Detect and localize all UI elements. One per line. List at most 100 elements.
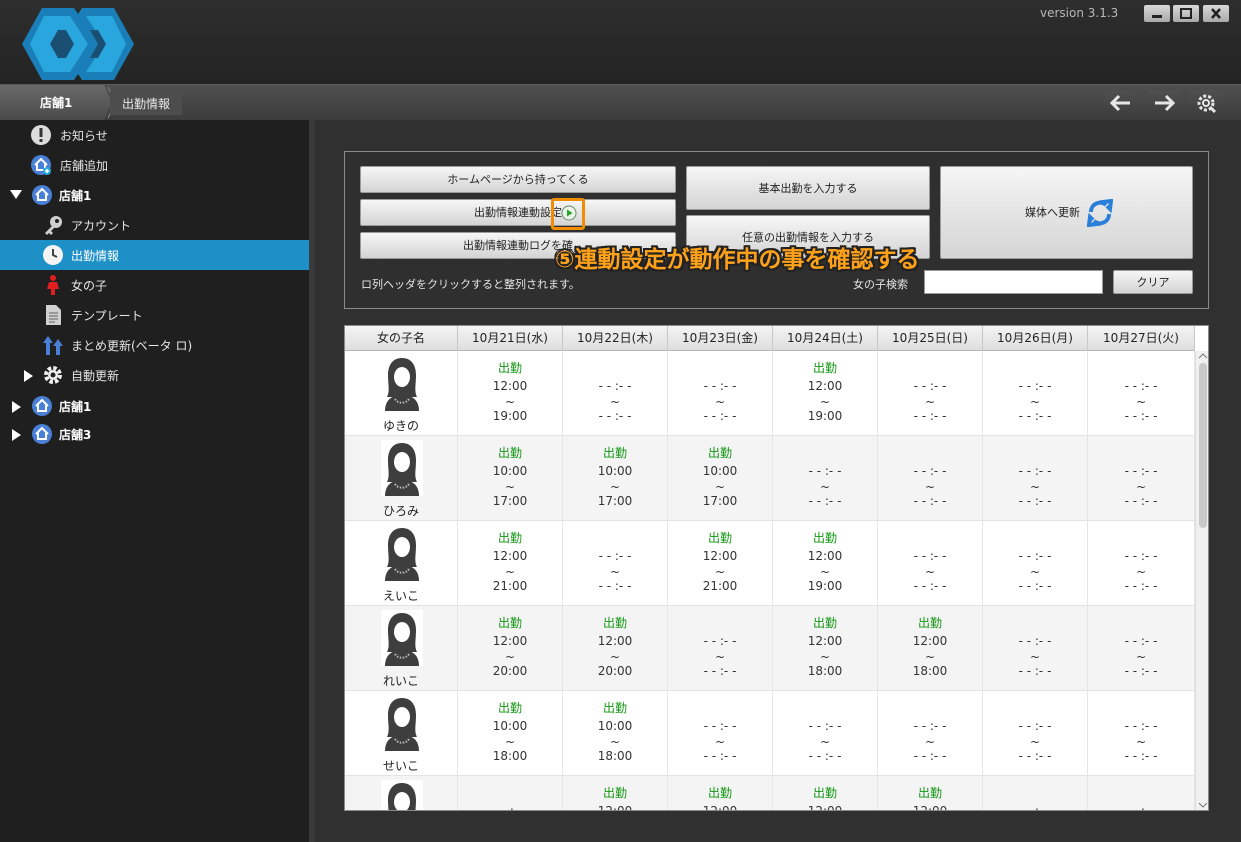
scrollbar-thumb[interactable] <box>1199 363 1207 528</box>
shift-tilde: ~ <box>609 565 621 579</box>
shift-cell[interactable]: - - :- -~- - :- - <box>1088 436 1195 521</box>
forward-button[interactable] <box>1147 90 1181 116</box>
shift-cell[interactable]: - - :- -~- - :- - <box>773 691 878 776</box>
breadcrumb-store[interactable]: 店舗1 <box>0 85 112 120</box>
shift-cell[interactable]: 出勤 12:00 ~19:00 <box>458 351 563 436</box>
shift-cell[interactable]: 出勤 12:00 ~18:00 <box>878 606 983 691</box>
table-row[interactable]: れいこ 出勤 12:00 ~20:00 出勤 12:00 ~20:00- - :- - ~ - … <box>345 606 1195 691</box>
sidebar-item-auto-update[interactable]: 自動更新 <box>0 360 309 390</box>
column-header-date[interactable]: 10月21日(水) <box>458 326 563 351</box>
shift-cell[interactable]: - - :- -~- - :- - <box>458 776 563 810</box>
shift-cell[interactable]: 出勤 10:00 ~17:00 <box>458 436 563 521</box>
shift-cell[interactable]: - - :- -~- - :- - <box>668 351 773 436</box>
shift-cell[interactable]: - - :- -~- - :- - <box>1088 521 1195 606</box>
shift-cell[interactable]: - - :- -~- - :- - <box>878 351 983 436</box>
sidebar-item-store1[interactable]: 店舗1 <box>0 180 309 210</box>
girl-name-cell[interactable]: ゆきの <box>345 351 458 436</box>
shift-cell[interactable]: - - :- -~- - :- - <box>563 521 668 606</box>
sidebar-item-shift-info[interactable]: 出勤情報 <box>0 240 309 270</box>
shift-status: 出勤 <box>812 531 837 545</box>
girl-name-cell[interactable] <box>345 776 458 810</box>
shift-cell[interactable]: 出勤12:00~ <box>878 776 983 810</box>
sidebar-item-girls[interactable]: 女の子 <box>0 270 309 300</box>
table-row[interactable]: せいこ 出勤 10:00 ~18:00 出勤 10:00 ~18:00- - :- - ~ - … <box>345 691 1195 776</box>
shift-cell[interactable]: 出勤 12:00 ~21:00 <box>668 521 773 606</box>
scroll-up-icon[interactable] <box>1198 352 1208 360</box>
sidebar-item-template[interactable]: テンプレート <box>0 300 309 330</box>
shift-cell[interactable]: - - :- -~- - :- - <box>983 436 1088 521</box>
column-header-date[interactable]: 10月24日(土) <box>773 326 878 351</box>
girl-name-cell[interactable]: えいこ <box>345 521 458 606</box>
shift-cell[interactable]: - - :- -~- - :- - <box>563 351 668 436</box>
basic-shift-button[interactable]: 基本出勤を入力する <box>686 166 930 210</box>
column-header-date[interactable]: 10月27日(火) <box>1088 326 1195 351</box>
column-header-date[interactable]: 10月22日(木) <box>563 326 668 351</box>
maximize-button[interactable] <box>1173 5 1199 22</box>
shift-cell[interactable]: - - :- -~- - :- - <box>983 691 1088 776</box>
column-header-name[interactable]: 女の子名 <box>345 326 458 351</box>
shift-cell[interactable]: 出勤 12:00 ~20:00 <box>563 606 668 691</box>
back-button[interactable] <box>1104 90 1138 116</box>
shift-cell[interactable]: - - :- -~- - :- - <box>983 606 1088 691</box>
shift-cell[interactable]: 出勤 10:00 ~18:00 <box>458 691 563 776</box>
table-row[interactable]: えいこ 出勤 12:00 ~21:00- - :- - ~ - - :- - 出勤 12:00… <box>345 521 1195 606</box>
shift-cell[interactable]: 出勤 12:00 ~21:00 <box>458 521 563 606</box>
shift-cell[interactable]: - - :- -~- - :- - <box>668 606 773 691</box>
shift-cell[interactable]: 出勤 10:00 ~17:00 <box>668 436 773 521</box>
shift-cell[interactable]: - - :- -~- - :- - <box>1088 691 1195 776</box>
app-logo <box>22 8 134 80</box>
shift-cell[interactable]: - - :- -~- - :- - <box>668 691 773 776</box>
table-row[interactable]: ゆきの 出勤 12:00 ~19:00- - :- - ~ - - :- -- - :- … <box>345 351 1195 436</box>
shift-cell[interactable]: - - :- -~- - :- - <box>1088 351 1195 436</box>
expand-right-icon[interactable] <box>12 401 21 413</box>
sidebar-item-notice[interactable]: お知らせ <box>0 120 309 150</box>
close-button[interactable] <box>1203 5 1229 22</box>
vertical-scrollbar[interactable] <box>1195 351 1208 810</box>
clear-button[interactable]: クリア <box>1113 270 1193 294</box>
shift-start-empty: - - :- - <box>1124 634 1158 648</box>
shift-start-empty: - - :- - <box>1018 549 1052 563</box>
shift-cell[interactable]: 出勤12:00~ <box>563 776 668 810</box>
shift-cell[interactable]: 出勤 12:00 ~19:00 <box>773 521 878 606</box>
shift-cell[interactable]: 出勤 10:00 ~17:00 <box>563 436 668 521</box>
fetch-homepage-button[interactable]: ホームページから持ってくる <box>360 166 676 193</box>
column-header-date[interactable]: 10月26日(月) <box>983 326 1088 351</box>
shift-cell[interactable]: 出勤 12:00 ~20:00 <box>458 606 563 691</box>
update-media-button[interactable]: 媒体へ更新 <box>940 166 1193 259</box>
sidebar-item-bulk-update[interactable]: まとめ更新(ベータ ロ) <box>0 330 309 360</box>
girl-name-cell[interactable]: ひろみ <box>345 436 458 521</box>
shift-cell[interactable]: 出勤 12:00 ~18:00 <box>773 606 878 691</box>
expand-right-icon[interactable] <box>24 370 33 382</box>
column-header-date[interactable]: 10月25日(日) <box>878 326 983 351</box>
sidebar-item-add-store[interactable]: 店舗追加 <box>0 150 309 180</box>
table-row[interactable]: - - :- -~- - :- -出勤12:00~出勤12:00~出勤12:00… <box>345 776 1195 810</box>
shift-status: 出勤 <box>812 616 837 630</box>
table-row[interactable]: ひろみ 出勤 10:00 ~17:00 出勤 10:00 ~17:00 出勤 10:00 ~17:… <box>345 436 1195 521</box>
shift-cell[interactable]: - - :- -~- - :- - <box>1088 776 1195 810</box>
shift-cell[interactable]: - - :- -~- - :- - <box>878 436 983 521</box>
expand-right-icon[interactable] <box>12 429 21 441</box>
shift-cell[interactable]: - - :- -~- - :- - <box>773 436 878 521</box>
settings-button[interactable] <box>1189 90 1223 116</box>
shift-cell[interactable]: 出勤 12:00 ~19:00 <box>773 351 878 436</box>
girl-name-cell[interactable]: れいこ <box>345 606 458 691</box>
sidebar-item-store1-b[interactable]: 店舗1 <box>0 391 309 421</box>
shift-cell[interactable]: - - :- -~- - :- - <box>983 521 1088 606</box>
shift-cell[interactable]: - - :- -~- - :- - <box>878 521 983 606</box>
minimize-button[interactable] <box>1144 5 1170 22</box>
shift-cell[interactable]: - - :- -~- - :- - <box>983 776 1088 810</box>
sidebar-item-store3[interactable]: 店舗3 <box>0 419 309 449</box>
shift-cell[interactable]: 出勤12:00~ <box>668 776 773 810</box>
scroll-down-icon[interactable] <box>1198 801 1208 809</box>
girl-search-input[interactable] <box>924 270 1103 294</box>
link-settings-button[interactable]: 出勤情報連動設定 <box>360 199 676 226</box>
expand-down-icon[interactable] <box>10 190 22 199</box>
column-header-date[interactable]: 10月23日(金) <box>668 326 773 351</box>
shift-cell[interactable]: - - :- -~- - :- - <box>1088 606 1195 691</box>
girl-name-cell[interactable]: せいこ <box>345 691 458 776</box>
sidebar-item-account[interactable]: アカウント <box>0 210 309 240</box>
shift-cell[interactable]: - - :- -~- - :- - <box>983 351 1088 436</box>
shift-cell[interactable]: - - :- -~- - :- - <box>878 691 983 776</box>
shift-cell[interactable]: 出勤12:00~ <box>773 776 878 810</box>
shift-cell[interactable]: 出勤 10:00 ~18:00 <box>563 691 668 776</box>
